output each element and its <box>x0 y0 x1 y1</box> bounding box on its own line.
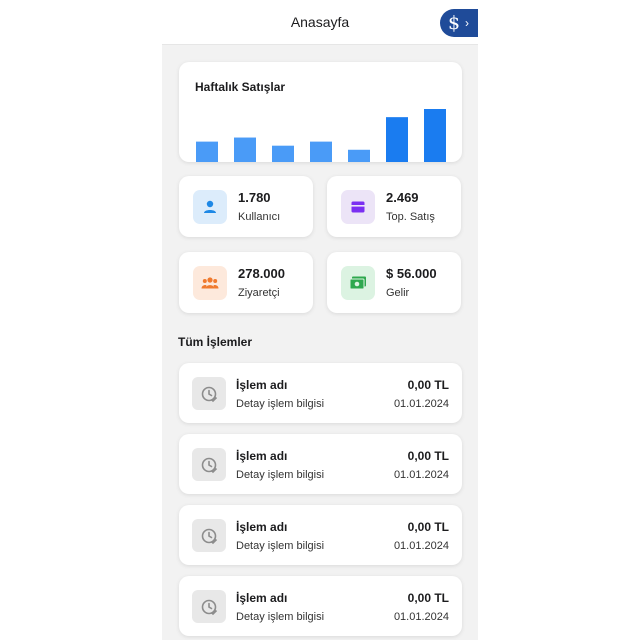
user-icon <box>193 190 227 224</box>
stat-card-users[interactable]: 1.780 Kullanıcı <box>179 176 313 237</box>
stat-value: 2.469 <box>386 190 419 205</box>
chart-bar <box>386 117 408 162</box>
transaction-name: İşlem adı <box>236 449 288 463</box>
stat-label: Ziyaretçi <box>238 287 280 299</box>
brand-button[interactable]: $ › <box>440 9 478 37</box>
chart-bar <box>196 141 218 162</box>
weekly-sales-chart <box>196 109 446 162</box>
transaction-date: 01.01.2024 <box>393 611 449 623</box>
chevron-right-icon: › <box>465 16 469 30</box>
transaction-detail: Detay işlem bilgisi <box>236 469 325 481</box>
group-icon <box>193 266 227 300</box>
history-icon <box>192 590 226 623</box>
transaction-item[interactable]: İşlem adı Detay işlem bilgisi 0,00 TL 01… <box>179 505 462 565</box>
chart-bar <box>234 137 256 162</box>
history-icon <box>192 519 226 552</box>
transaction-amount: 0,00 TL <box>407 378 449 392</box>
stat-value: $ 56.000 <box>386 266 437 281</box>
transaction-item[interactable]: İşlem adı Detay işlem bilgisi 0,00 TL 01… <box>179 434 462 494</box>
weekly-sales-card[interactable]: Haftalık Satışlar <box>179 62 462 162</box>
wallet-icon <box>341 190 375 224</box>
dollar-sign-icon: $ <box>448 12 461 34</box>
transaction-amount: 0,00 TL <box>407 520 449 534</box>
transaction-item[interactable]: İşlem adı Detay işlem bilgisi 0,00 TL 01… <box>179 363 462 423</box>
chart-bar <box>348 149 370 162</box>
history-icon <box>192 377 226 410</box>
transaction-date: 01.01.2024 <box>393 540 449 552</box>
stat-label: Top. Satış <box>386 211 435 223</box>
stat-card-total-sales[interactable]: 2.469 Top. Satış <box>327 176 461 237</box>
stat-value: 1.780 <box>238 190 271 205</box>
chart-bar <box>310 141 332 162</box>
transaction-date: 01.01.2024 <box>393 398 449 410</box>
transaction-date: 01.01.2024 <box>393 469 449 481</box>
transaction-name: İşlem adı <box>236 591 288 605</box>
transaction-name: İşlem adı <box>236 520 288 534</box>
top-bar: Anasayfa $ › <box>162 0 478 45</box>
transaction-name: İşlem adı <box>236 378 288 392</box>
chart-bar <box>272 145 294 162</box>
history-icon <box>192 448 226 481</box>
transaction-item[interactable]: İşlem adı Detay işlem bilgisi 0,00 TL 01… <box>179 576 462 636</box>
transaction-amount: 0,00 TL <box>407 591 449 605</box>
app-screen: Anasayfa $ › Haftalık Satışlar 1.780 Kul… <box>162 0 478 640</box>
transaction-detail: Detay işlem bilgisi <box>236 611 325 623</box>
transaction-detail: Detay işlem bilgisi <box>236 540 325 552</box>
stat-card-income[interactable]: $ 56.000 Gelir <box>327 252 461 313</box>
stat-card-visitors[interactable]: 278.000 Ziyaretçi <box>179 252 313 313</box>
page-title: Anasayfa <box>290 14 350 30</box>
section-title: Tüm İşlemler <box>178 335 253 349</box>
stat-label: Gelir <box>386 287 410 299</box>
money-icon <box>341 266 375 300</box>
stat-label: Kullanıcı <box>238 211 281 223</box>
transaction-detail: Detay işlem bilgisi <box>236 398 325 410</box>
stat-value: 278.000 <box>238 266 285 281</box>
chart-bar <box>424 109 446 162</box>
transaction-amount: 0,00 TL <box>407 449 449 463</box>
